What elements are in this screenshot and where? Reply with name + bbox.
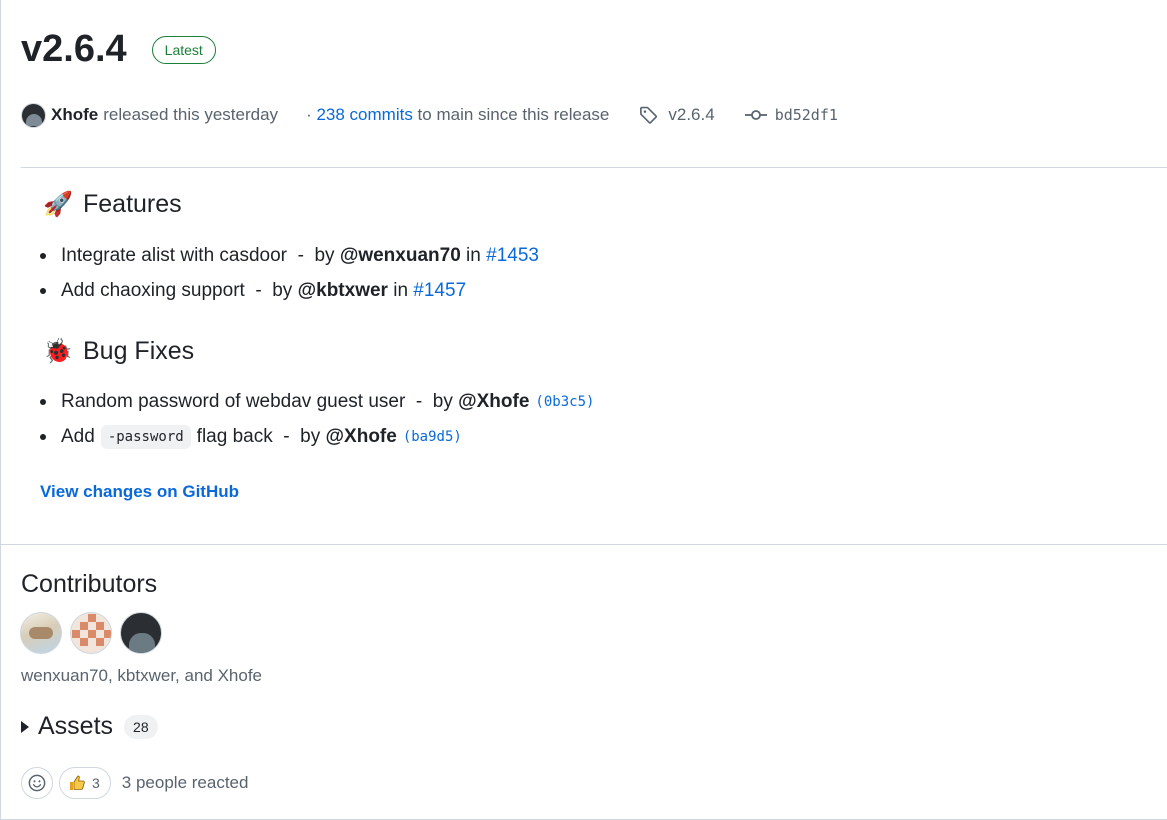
smiley-icon — [28, 774, 46, 792]
item-by: - by — [287, 244, 340, 266]
assets-toggle[interactable]: Assets 28 — [21, 712, 158, 741]
commit-hash-link[interactable]: (ba9d5) — [403, 429, 462, 445]
commit-hash-link[interactable]: (0b3c5) — [535, 394, 594, 410]
user-mention[interactable]: @wenxuan70 — [340, 245, 461, 267]
item-text: Random password of webdav guest user — [61, 390, 406, 412]
pr-link[interactable]: #1453 — [486, 245, 539, 267]
reactions-bar: 3 3 people reacted — [21, 767, 248, 799]
thumbs-up-reaction[interactable]: 3 — [59, 767, 111, 799]
rocket-icon: 🚀 — [43, 191, 73, 218]
author-link[interactable]: Xhofe — [51, 105, 98, 125]
reactions-summary: 3 people reacted — [121, 773, 249, 792]
item-text: Integrate alist with casdoor — [61, 244, 288, 266]
view-changes-link[interactable]: View changes on GitHub — [40, 482, 239, 502]
item-by: - by — [244, 279, 298, 301]
item-text: Add chaoxing support — [61, 279, 245, 301]
contributors-heading: Contributors — [21, 570, 158, 598]
caret-right-icon — [21, 720, 29, 733]
item-in: in — [460, 244, 487, 266]
pr-link[interactable]: #1457 — [413, 280, 466, 302]
bug-icon: 🐞 — [43, 338, 73, 365]
item-text-before: Add — [61, 425, 95, 447]
user-mention[interactable]: @Xhofe — [326, 426, 397, 448]
bugfixes-list: Random password of webdav guest user - b… — [40, 384, 594, 454]
git-commit-icon — [744, 110, 767, 120]
tag-link[interactable]: v2.6.4 — [639, 105, 715, 125]
released-text: released this yesterday — [103, 105, 279, 124]
avatar[interactable] — [120, 612, 162, 654]
item-text-after: flag back — [196, 425, 273, 447]
bugfixes-title: Bug Fixes — [83, 337, 195, 365]
list-item: Integrate alist with casdoor - by @wenxu… — [40, 238, 539, 273]
release-title[interactable]: v2.6.4 — [21, 28, 127, 71]
add-reaction-button[interactable] — [21, 767, 53, 799]
tag-label: v2.6.4 — [668, 105, 715, 124]
tag-icon — [640, 106, 658, 124]
author-avatar[interactable] — [21, 102, 46, 128]
thumbs-up-icon — [70, 775, 85, 790]
commits-since-release: · 238 commits to main since this release — [306, 105, 609, 125]
header-divider — [21, 167, 1167, 168]
commits-suffix: to main since this release — [412, 105, 610, 124]
inline-code: -password — [100, 424, 191, 449]
user-mention[interactable]: @Xhofe — [458, 391, 529, 413]
release-header: v2.6.4 Latest — [21, 28, 216, 71]
avatar[interactable] — [70, 612, 112, 654]
commit-link[interactable]: bd52df1 — [744, 106, 838, 124]
contributor-names: wenxuan70, kbtxwer, and Xhofe — [21, 666, 262, 685]
features-list: Integrate alist with casdoor - by @wenxu… — [40, 238, 539, 308]
thumbs-up-count: 3 — [92, 775, 100, 791]
assets-title: Assets — [38, 712, 114, 740]
user-mention[interactable]: @kbtxwer — [298, 280, 388, 302]
contributor-avatars — [20, 612, 170, 654]
item-by: - by — [405, 390, 459, 412]
item-in: in — [387, 279, 414, 301]
assets-count-badge: 28 — [124, 714, 158, 739]
list-item: Add -password flag back - by @Xhofe (ba9… — [40, 419, 594, 454]
list-item: Add chaoxing support - by @kbtxwer in #1… — [40, 273, 539, 308]
avatar[interactable] — [20, 612, 62, 654]
release-meta: Xhofe released this yesterday · 238 comm… — [21, 100, 838, 130]
section-divider — [0, 544, 1167, 545]
commits-prefix: · — [306, 105, 317, 124]
commit-sha: bd52df1 — [774, 106, 838, 124]
latest-badge: Latest — [151, 35, 216, 64]
features-title: Features — [83, 190, 182, 218]
list-item: Random password of webdav guest user - b… — [40, 384, 594, 419]
commits-link[interactable]: 238 commits — [316, 105, 412, 124]
features-heading: 🚀 Features — [43, 190, 182, 219]
item-by: - by — [272, 425, 326, 447]
bugfixes-heading: 🐞 Bug Fixes — [43, 337, 194, 366]
